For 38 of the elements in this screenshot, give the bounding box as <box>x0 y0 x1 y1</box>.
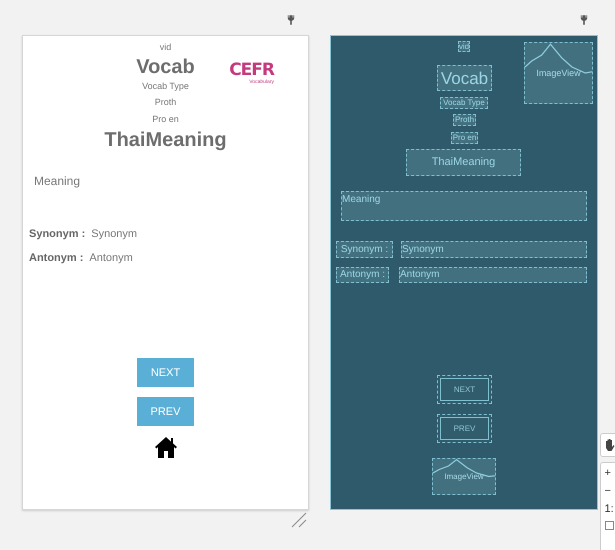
pan-button[interactable] <box>600 433 615 457</box>
row-value: Synonym <box>91 228 138 240</box>
text-view-outline[interactable]: Vocab <box>437 65 492 91</box>
hand-icon <box>604 438 615 452</box>
text-view-outline[interactable]: Antonym : <box>336 267 389 283</box>
text-view-outline[interactable]: Synonym : <box>336 241 393 258</box>
image-view-outline[interactable]: ImageView <box>432 458 496 495</box>
row-label: Antonym : <box>29 252 84 264</box>
text-view-outline[interactable]: Synonym <box>401 241 587 258</box>
image-view-outline[interactable]: ImageView <box>524 42 593 104</box>
wrench-icon[interactable] <box>287 15 295 25</box>
row-label: Synonym : <box>29 228 86 240</box>
text-view-outline[interactable]: Meaning <box>341 191 587 221</box>
home-icon[interactable] <box>154 435 178 459</box>
zoom-in-button[interactable]: + <box>602 467 615 479</box>
thai-meaning: ThaiMeaning <box>104 129 227 152</box>
button-outline[interactable]: NEXT <box>437 375 492 404</box>
text-view-outline[interactable]: Vocab Type <box>440 97 488 109</box>
next-button[interactable]: NEXT <box>137 358 194 387</box>
button-outline[interactable]: PREV <box>437 414 492 443</box>
word-title: Vocab <box>136 56 195 79</box>
zoom-out-button[interactable]: − <box>602 485 615 497</box>
actual-size-button[interactable]: 1: <box>602 503 615 515</box>
text-view-outline[interactable]: vid <box>458 41 470 52</box>
row-value: Antonym <box>89 252 133 264</box>
prev-button[interactable]: PREV <box>137 397 194 426</box>
word-type: Vocab Type <box>142 81 189 91</box>
id-label: vid <box>160 42 172 52</box>
meaning-text: Meaning <box>34 174 80 188</box>
wrench-icon[interactable] <box>580 15 588 25</box>
text-view-outline[interactable]: Antonym <box>399 267 587 283</box>
text-view-outline[interactable]: Proth <box>453 114 476 126</box>
fit-screen-icon[interactable] <box>604 521 614 530</box>
text-view-outline[interactable]: ThaiMeaning <box>406 149 521 176</box>
text-view-outline[interactable]: Pro en <box>451 132 478 144</box>
thai-pronunciation: Proth <box>154 97 176 107</box>
english-pronunciation: Pro en <box>152 114 179 124</box>
resize-handle-icon[interactable] <box>291 512 307 528</box>
